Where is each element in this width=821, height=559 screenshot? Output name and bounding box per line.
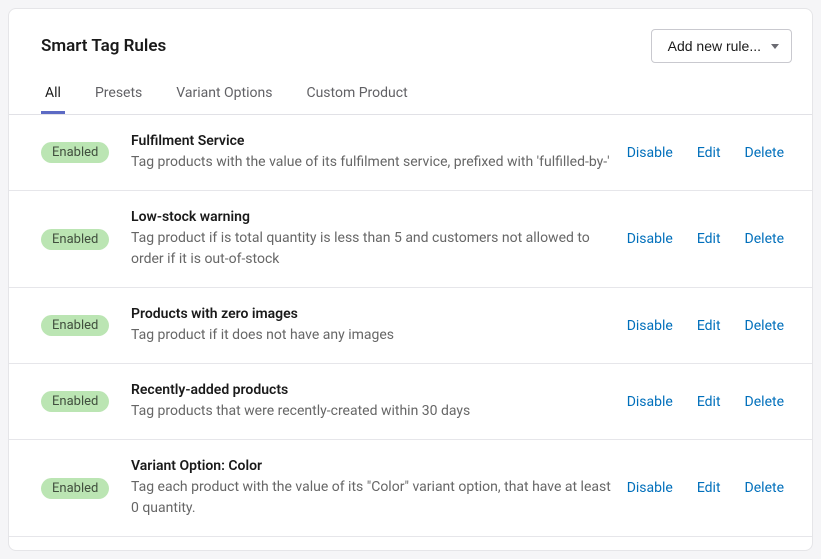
card-header: Smart Tag Rules Add new rule... <box>9 9 812 79</box>
rule-row: Enabled Products with zero images Tag prod… <box>9 288 812 364</box>
rule-title: Variant Option: Color <box>131 458 615 474</box>
delete-link[interactable]: Delete <box>745 480 784 496</box>
tabs: All Presets Variant Options Custom Product <box>9 79 812 114</box>
rules-list: Enabled Fulfilment Service Tag products wi… <box>9 115 812 546</box>
edit-link[interactable]: Edit <box>697 231 721 247</box>
disable-link[interactable]: Disable <box>627 318 673 334</box>
rule-row: Enabled Recently-added products Tag produc… <box>9 364 812 440</box>
add-new-rule-label: Add new rule... <box>668 38 761 54</box>
rule-title: Fulfilment Service <box>131 133 615 149</box>
smart-tag-rules-card: Smart Tag Rules Add new rule... All Prese… <box>8 8 813 551</box>
status-badge: Enabled <box>41 391 109 412</box>
delete-link[interactable]: Delete <box>745 318 784 334</box>
rule-actions: Disable Edit Delete <box>627 394 784 410</box>
status-column: Enabled <box>41 142 131 163</box>
disable-link[interactable]: Disable <box>627 145 673 161</box>
rule-actions: Disable Edit Delete <box>627 231 784 247</box>
rule-row: Enabled Variant Option: Color Tag each pro… <box>9 440 812 537</box>
add-new-rule-button[interactable]: Add new rule... <box>651 29 792 63</box>
tab-all[interactable]: All <box>41 79 65 114</box>
rule-description: Tag product if is total quantity is less… <box>131 228 615 269</box>
rule-info: Recently-added products Tag products that… <box>131 382 627 421</box>
rule-row: Enabled Fulfilment Service Tag products wi… <box>9 115 812 191</box>
disable-link[interactable]: Disable <box>627 394 673 410</box>
rule-info: Low-stock warning Tag product if is total… <box>131 209 627 269</box>
rule-description: Tag products with the value of its fulfi… <box>131 152 615 172</box>
status-badge: Enabled <box>41 229 109 250</box>
rule-title: Products with zero images <box>131 306 615 322</box>
delete-link[interactable]: Delete <box>745 231 784 247</box>
edit-link[interactable]: Edit <box>697 480 721 496</box>
status-column: Enabled <box>41 391 131 412</box>
tab-variant-options[interactable]: Variant Options <box>172 79 276 114</box>
rule-actions: Disable Edit Delete <box>627 145 784 161</box>
rule-actions: Disable Edit Delete <box>627 480 784 496</box>
disable-link[interactable]: Disable <box>627 231 673 247</box>
status-badge: Enabled <box>41 142 109 163</box>
rule-info: Fulfilment Service Tag products with the … <box>131 133 627 172</box>
rule-info: Products with zero images Tag product if … <box>131 306 627 345</box>
status-badge: Enabled <box>41 315 109 336</box>
page-title: Smart Tag Rules <box>41 36 166 56</box>
caret-down-icon <box>771 44 779 49</box>
status-column: Enabled <box>41 229 131 250</box>
edit-link[interactable]: Edit <box>697 394 721 410</box>
status-column: Enabled <box>41 478 131 499</box>
delete-link[interactable]: Delete <box>745 394 784 410</box>
rule-description: Tag product if it does not have any imag… <box>131 325 615 345</box>
rule-title: Recently-added products <box>131 382 615 398</box>
status-column: Enabled <box>41 315 131 336</box>
disable-link[interactable]: Disable <box>627 480 673 496</box>
delete-link[interactable]: Delete <box>745 145 784 161</box>
tab-custom-product[interactable]: Custom Product <box>302 79 411 114</box>
rule-description: Tag each product with the value of its "… <box>131 477 615 518</box>
rule-title: Low-stock warning <box>131 209 615 225</box>
edit-link[interactable]: Edit <box>697 318 721 334</box>
edit-link[interactable]: Edit <box>697 145 721 161</box>
rule-row: EnabledProduct TypeTag each product with… <box>9 537 812 546</box>
tab-presets[interactable]: Presets <box>91 79 146 114</box>
rule-description: Tag products that were recently-created … <box>131 401 615 421</box>
rule-actions: Disable Edit Delete <box>627 318 784 334</box>
rule-row: Enabled Low-stock warning Tag product if i… <box>9 191 812 288</box>
rule-info: Variant Option: Color Tag each product wi… <box>131 458 627 518</box>
status-badge: Enabled <box>41 478 109 499</box>
